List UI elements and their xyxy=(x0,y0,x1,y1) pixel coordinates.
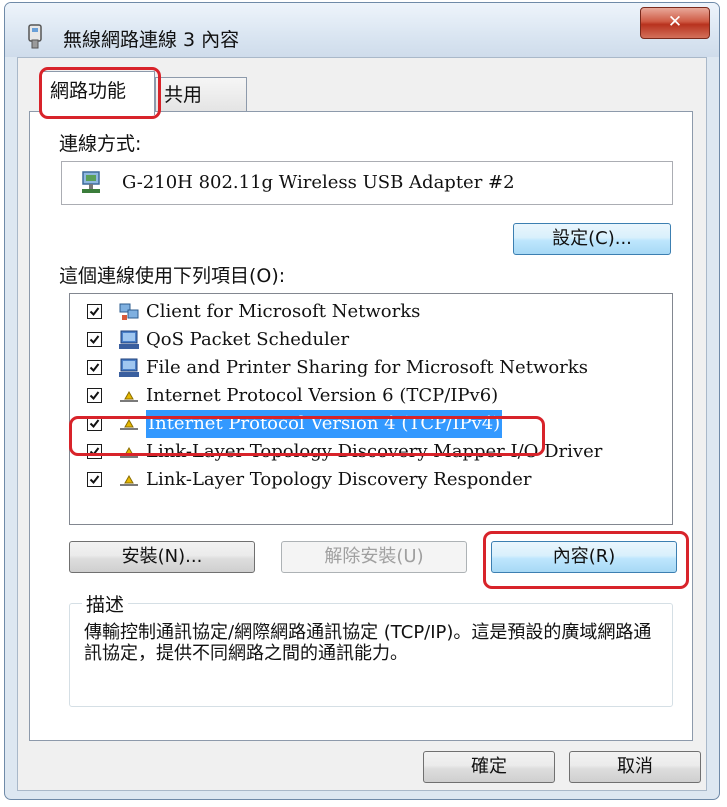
list-item-lltd-responder[interactable]: Link-Layer Topology Discovery Responder xyxy=(78,466,668,494)
annotation-highlight-properties xyxy=(483,531,689,589)
install-button[interactable]: 安裝(N)... xyxy=(69,541,255,573)
window-title: 無線網路連線 3 內容 xyxy=(63,29,240,51)
adapter-field: G-210H 802.11g Wireless USB Adapter #2 xyxy=(61,161,673,205)
protocol-icon xyxy=(120,390,138,402)
uninstall-button[interactable]: 解除安裝(U) xyxy=(281,541,467,573)
components-list[interactable]: Client for Microsoft Networks QoS Packet… xyxy=(69,293,673,525)
description-title: 描述 xyxy=(82,590,129,617)
cancel-button[interactable]: 取消 xyxy=(569,751,701,783)
check-icon xyxy=(89,363,100,373)
close-icon: ✕ xyxy=(667,12,683,32)
description-text: 傳輸控制通訊協定/網際網路通訊協定 (TCP/IP)。這是預設的廣域網路通訊協定… xyxy=(84,622,652,664)
list-item-qos-packet-scheduler[interactable]: QoS Packet Scheduler xyxy=(78,326,668,354)
properties-dialog: 無線網路連線 3 內容 ✕ 網路功能 共用 連線方式: G-210H 802.1… xyxy=(4,2,720,800)
item-label-lltd-responder: Link-Layer Topology Discovery Responder xyxy=(146,469,532,490)
checkbox-lltd-responder[interactable] xyxy=(87,472,102,487)
ok-button[interactable]: 確定 xyxy=(423,751,555,783)
network-client-icon xyxy=(119,303,139,320)
connect-using-label: 連線方式: xyxy=(59,133,142,155)
check-icon xyxy=(89,335,100,345)
protocol-icon xyxy=(120,474,138,486)
description-group: 描述 傳輸控制通訊協定/網際網路通訊協定 (TCP/IP)。這是預設的廣域網路通… xyxy=(69,590,673,707)
annotation-highlight-tab xyxy=(39,67,161,119)
checkbox-file-and-printer-sharing[interactable] xyxy=(87,360,102,375)
network-service-icon xyxy=(119,330,139,349)
list-item-ipv6[interactable]: Internet Protocol Version 6 (TCP/IPv6) xyxy=(78,382,668,410)
checkbox-ipv6[interactable] xyxy=(87,388,102,403)
checkbox-qos-packet-scheduler[interactable] xyxy=(87,332,102,347)
list-item-file-and-printer-sharing[interactable]: File and Printer Sharing for Microsoft N… xyxy=(78,354,668,382)
item-label-ipv6: Internet Protocol Version 6 (TCP/IPv6) xyxy=(146,385,499,406)
configure-button[interactable]: 設定(C)... xyxy=(513,223,671,255)
annotation-highlight-ipv4 xyxy=(69,416,545,456)
title-bar[interactable]: 無線網路連線 3 內容 ✕ xyxy=(5,3,719,57)
item-label-file-and-printer-sharing: File and Printer Sharing for Microsoft N… xyxy=(146,357,588,378)
tab-sharing-label: 共用 xyxy=(164,84,203,106)
check-icon xyxy=(89,391,100,401)
wireless-adapter-icon xyxy=(28,24,42,49)
network-adapter-icon xyxy=(82,171,100,193)
network-service-icon xyxy=(119,358,139,377)
tab-sharing[interactable]: 共用 xyxy=(155,77,247,113)
checkbox-client-for-microsoft-networks[interactable] xyxy=(87,304,102,319)
close-button[interactable]: ✕ xyxy=(640,7,710,39)
item-label-qos-packet-scheduler: QoS Packet Scheduler xyxy=(146,329,350,350)
check-icon xyxy=(89,307,100,317)
check-icon xyxy=(89,475,100,485)
items-list-label: 這個連線使用下列項目(O): xyxy=(59,265,286,287)
list-item-client-for-microsoft-networks[interactable]: Client for Microsoft Networks xyxy=(78,298,668,326)
item-label-client-for-microsoft-networks: Client for Microsoft Networks xyxy=(146,301,421,322)
adapter-name: G-210H 802.11g Wireless USB Adapter #2 xyxy=(122,172,515,193)
